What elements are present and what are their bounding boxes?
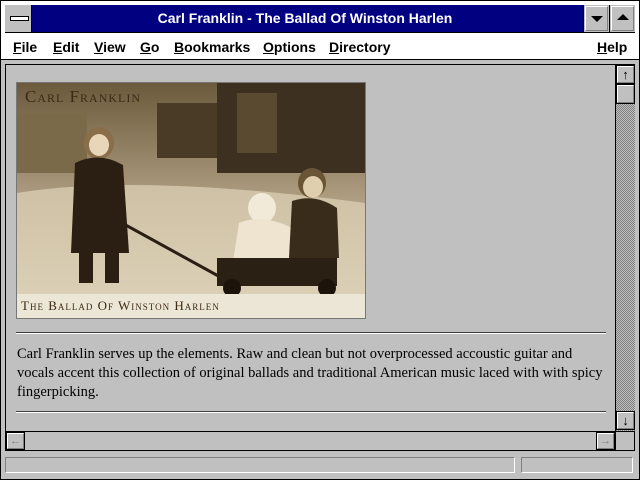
- horizontal-rule-top: [16, 332, 606, 334]
- browser-window: Carl Franklin - The Ballad Of Winston Ha…: [0, 0, 640, 480]
- menu-options[interactable]: Options: [263, 38, 316, 56]
- scroll-thumb[interactable]: [616, 84, 635, 104]
- album-title-text: The Ballad Of Winston Harlen: [21, 298, 220, 313]
- content-frame: Carl Franklin The Ballad Of Winston Harl…: [5, 64, 635, 451]
- menu-file[interactable]: File: [13, 38, 37, 56]
- album-artist-text: Carl Franklin: [25, 87, 142, 106]
- minimize-arrow-icon: [591, 16, 603, 22]
- minimize-button[interactable]: [583, 5, 609, 32]
- menu-bookmarks[interactable]: Bookmarks: [174, 38, 250, 56]
- page-viewport: Carl Franklin The Ballad Of Winston Harl…: [6, 65, 615, 431]
- menu-go[interactable]: Go: [140, 38, 159, 56]
- vertical-scrollbar[interactable]: ↑ ↓: [615, 65, 635, 431]
- window-title: Carl Franklin - The Ballad Of Winston Ha…: [157, 10, 453, 26]
- up-arrow-icon: ↑: [622, 67, 629, 82]
- title-bar: Carl Franklin - The Ballad Of Winston Ha…: [1, 1, 639, 35]
- scroll-right-button[interactable]: →: [596, 432, 615, 450]
- menu-help[interactable]: Help: [597, 38, 627, 56]
- album-description: Carl Franklin serves up the elements. Ra…: [17, 346, 603, 400]
- menu-edit[interactable]: Edit: [53, 38, 79, 56]
- album-photo-art: [17, 83, 365, 318]
- horizontal-rule-bottom: [16, 411, 606, 413]
- status-text: [5, 457, 515, 473]
- status-progress: [521, 457, 633, 473]
- down-arrow-icon: ↓: [622, 413, 629, 428]
- maximize-button[interactable]: [609, 5, 635, 32]
- scroll-left-button[interactable]: ←: [6, 432, 25, 450]
- horizontal-scrollbar[interactable]: ← →: [6, 431, 615, 450]
- title-bar-inner: Carl Franklin - The Ballad Of Winston Ha…: [5, 5, 635, 33]
- status-bar: [5, 455, 635, 475]
- left-arrow-icon: ←: [10, 435, 21, 447]
- system-menu-icon[interactable]: [5, 5, 32, 32]
- menu-directory[interactable]: Directory: [329, 38, 390, 56]
- scrollbar-corner: [615, 431, 634, 450]
- maximize-arrow-icon: [617, 14, 629, 20]
- menu-view[interactable]: View: [94, 38, 126, 56]
- menu-bar: File Edit View Go Bookmarks Options Dire…: [1, 35, 639, 60]
- scroll-up-button[interactable]: ↑: [616, 65, 635, 84]
- album-cover-image: Carl Franklin The Ballad Of Winston Harl…: [16, 82, 366, 319]
- right-arrow-icon: →: [600, 435, 611, 447]
- scroll-down-button[interactable]: ↓: [616, 411, 635, 430]
